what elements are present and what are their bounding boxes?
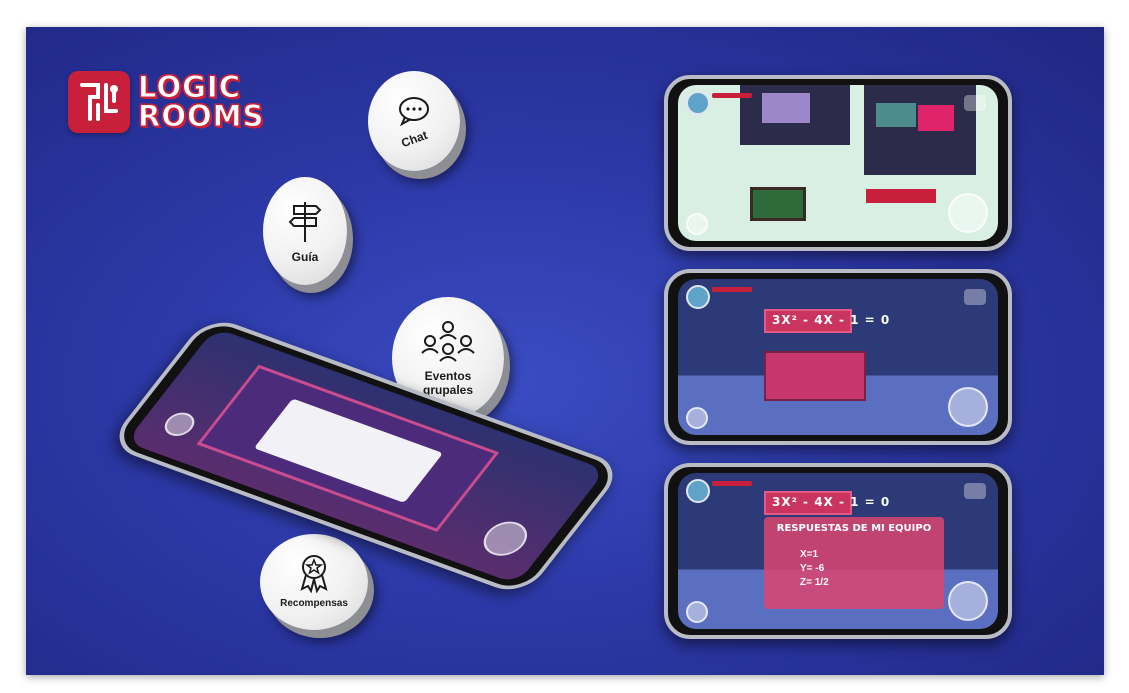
joystick-right[interactable]	[475, 516, 536, 561]
equation-text: 3X² - 4X - 1 = 0	[772, 313, 891, 327]
signpost-icon	[288, 202, 322, 242]
rewards-feature-coin: Recompensas	[260, 534, 368, 630]
guide-label: Guía	[291, 250, 319, 264]
joystick-left[interactable]	[686, 407, 708, 429]
chat-label: Chat	[399, 127, 429, 151]
map-tv	[762, 93, 810, 123]
menu-button[interactable]	[964, 483, 986, 499]
map-pool-table	[750, 187, 806, 221]
promo-banner: LOGIC ROOMS Chat Guía Eventos grupales R…	[26, 27, 1104, 675]
health-bar	[712, 93, 752, 98]
joystick-left[interactable]	[686, 213, 708, 235]
puzzle-chest	[764, 351, 866, 401]
map-screen	[678, 85, 998, 241]
health-bar	[712, 481, 752, 486]
logic-rooms-logo: LOGIC ROOMS	[68, 71, 264, 133]
answers-screen: 3X² - 4X - 1 = 0 RESPUESTAS DE MI EQUIPO…	[678, 473, 998, 629]
map-rug	[918, 105, 954, 131]
joystick-left[interactable]	[686, 601, 708, 623]
joystick-right[interactable]	[948, 193, 988, 233]
chat-feature-coin: Chat	[368, 71, 460, 171]
phone-team-answers-view: 3X² - 4X - 1 = 0 RESPUESTAS DE MI EQUIPO…	[664, 463, 1012, 639]
tilted-phone-gameplay	[106, 314, 626, 598]
player-avatar	[686, 91, 710, 115]
answer-x: X=1	[800, 549, 819, 560]
team-answers-title: RESPUESTAS DE MI EQUIPO	[776, 523, 932, 534]
logo-line-1: LOGIC	[137, 70, 241, 104]
phone-map-view	[664, 75, 1012, 251]
joystick-left[interactable]	[158, 409, 201, 440]
phone-puzzle-view: 3X² - 4X - 1 = 0	[664, 269, 1012, 445]
award-badge-icon	[300, 555, 328, 593]
answer-z: Z= 1/2	[800, 577, 829, 588]
answer-y: Y= -6	[800, 563, 825, 574]
map-bed	[876, 103, 916, 127]
tilted-phone-screen	[125, 327, 607, 585]
guide-feature-coin: Guía	[263, 177, 347, 285]
joystick-right[interactable]	[948, 387, 988, 427]
logo-mark-icon	[68, 71, 130, 133]
chat-bubble-icon	[399, 97, 429, 126]
player-avatar	[686, 479, 710, 503]
joystick-right[interactable]	[948, 581, 988, 621]
equation-text: 3X² - 4X - 1 = 0	[772, 495, 891, 509]
puzzle-screen: 3X² - 4X - 1 = 0	[678, 279, 998, 435]
map-sofa	[866, 189, 936, 203]
player-avatar	[686, 285, 710, 309]
logo-line-2: ROOMS	[137, 99, 265, 133]
team-answers-panel: RESPUESTAS DE MI EQUIPO X=1 Y= -6 Z= 1/2	[764, 517, 944, 609]
group-icon	[421, 321, 475, 362]
menu-button[interactable]	[964, 289, 986, 305]
menu-button[interactable]	[964, 95, 986, 111]
rewards-label: Recompensas	[280, 598, 348, 609]
health-bar	[712, 287, 752, 292]
